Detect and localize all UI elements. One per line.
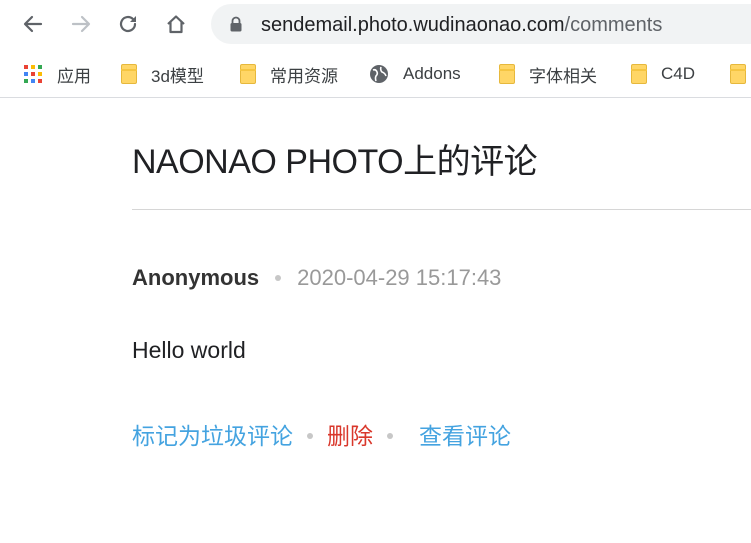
arrow-right-icon xyxy=(71,15,91,33)
forward-button[interactable] xyxy=(64,7,98,41)
separator-dot xyxy=(387,433,393,439)
bookmark-label: 字体相关 xyxy=(529,66,597,86)
title-divider xyxy=(132,209,751,210)
back-button[interactable] xyxy=(16,7,50,41)
globe-icon xyxy=(370,65,388,83)
bookmark-overflow[interactable] xyxy=(730,61,746,87)
folder-icon xyxy=(499,64,515,84)
comment-actions: 标记为垃圾评论 删除 查看评论 xyxy=(132,421,511,451)
bookmark-label: 常用资源 xyxy=(270,66,338,86)
bookmark-label: 应用 xyxy=(57,66,91,86)
folder-icon xyxy=(240,64,256,84)
bookmark-label: Addons xyxy=(403,64,461,83)
bookmark-label: C4D xyxy=(661,64,696,83)
arrow-left-icon xyxy=(23,15,43,33)
bookmark-3d-models[interactable]: 3d模型 xyxy=(121,61,204,87)
comment-author: Anonymous xyxy=(132,265,260,290)
folder-icon xyxy=(121,64,137,84)
reload-icon xyxy=(119,15,137,33)
comment-meta: Anonymous 2020-04-29 15:17:43 xyxy=(132,264,501,292)
home-button[interactable] xyxy=(159,7,193,41)
bookmark-addons[interactable]: Addons xyxy=(369,61,461,87)
bookmark-common-resources[interactable]: 常用资源 xyxy=(240,61,338,87)
bookmark-label: 3d模型 xyxy=(151,66,204,86)
comment-date: 2020-04-29 15:17:43 xyxy=(297,265,502,290)
browser-toolbar: sendemail.photo.wudinaonao.com/comments xyxy=(0,0,751,50)
url-path: /comments xyxy=(564,14,663,36)
bookmark-fonts[interactable]: 字体相关 xyxy=(499,61,597,87)
lock-icon[interactable] xyxy=(229,16,243,32)
folder-icon xyxy=(730,64,746,84)
bookmark-apps[interactable]: 应用 xyxy=(23,61,91,87)
separator-dot xyxy=(307,433,313,439)
separator-dot xyxy=(275,275,282,281)
bookmarks-bar: 应用 3d模型 常用资源 Addons 字体相关 C4D xyxy=(0,50,751,98)
comment-body: Hello world xyxy=(132,337,246,363)
reload-button[interactable] xyxy=(111,7,145,41)
url-host: sendemail.photo.wudinaonao.com xyxy=(261,14,565,36)
folder-icon xyxy=(631,64,647,84)
bookmark-c4d[interactable]: C4D xyxy=(631,61,695,87)
url-text[interactable]: sendemail.photo.wudinaonao.com/comments xyxy=(261,13,662,37)
mark-as-spam-link[interactable]: 标记为垃圾评论 xyxy=(132,421,293,451)
delete-link[interactable]: 删除 xyxy=(327,421,373,451)
view-comment-link[interactable]: 查看评论 xyxy=(419,421,511,451)
apps-grid-icon xyxy=(23,64,43,84)
home-icon xyxy=(167,15,185,34)
address-bar[interactable]: sendemail.photo.wudinaonao.com/comments xyxy=(211,4,751,44)
page-title: NAONAO PHOTO上的评论 xyxy=(132,143,538,181)
